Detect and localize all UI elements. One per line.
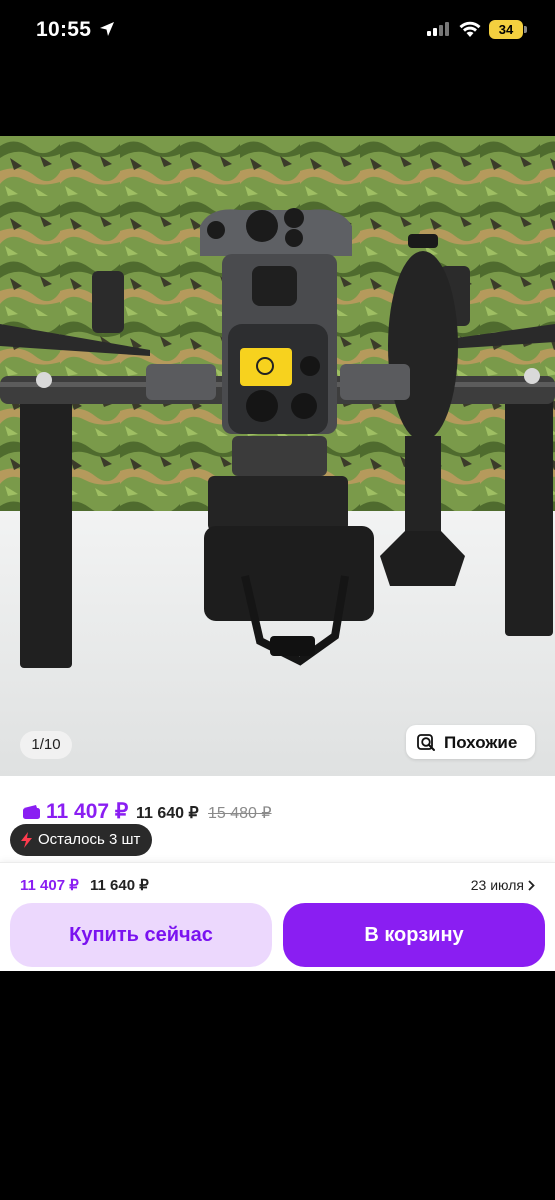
similar-search-icon	[417, 734, 435, 751]
price-current: 11 407 ₽	[46, 800, 129, 823]
bottom-action-bar: 11 407 ₽ 11 640 ₽ 23 июля Купить сейчас …	[0, 862, 555, 971]
price-block: 11 407 ₽ 11 640 ₽ 15 480 ₽ Осталось 3 шт…	[0, 776, 555, 971]
delivery-date-link[interactable]: 23 июля	[471, 877, 535, 893]
price-secondary: 11 640 ₽	[136, 805, 199, 822]
bottom-price-current: 11 407 ₽	[20, 877, 79, 894]
lightning-icon	[21, 832, 32, 848]
wifi-icon	[459, 21, 481, 37]
product-sheet: 1/10 Похожие 11 407 ₽ 11 640 ₽ 15 480 ₽ …	[0, 136, 555, 971]
stock-badge: Осталось 3 шт	[10, 824, 153, 856]
battery-indicator: 34	[489, 20, 523, 39]
photo-counter: 1/10	[20, 731, 72, 759]
chevron-right-icon	[528, 880, 535, 891]
bottom-price-secondary: 11 640 ₽	[90, 877, 149, 894]
battery-cap	[524, 26, 527, 33]
product-photo[interactable]	[0, 136, 555, 776]
location-arrow-icon	[100, 22, 114, 36]
cellular-signal-icon	[427, 22, 449, 36]
add-to-cart-button[interactable]: В корзину	[283, 903, 545, 967]
status-time: 10:55	[36, 18, 92, 41]
price-old: 15 480 ₽	[208, 805, 272, 822]
buy-now-button[interactable]: Купить сейчас	[10, 903, 272, 967]
wallet-icon	[23, 805, 40, 819]
delivery-date: 23 июля	[470, 877, 524, 893]
stock-text: Осталось 3 шт	[38, 831, 141, 848]
similar-label: Похожие	[444, 733, 518, 752]
similar-button[interactable]: Похожие	[406, 725, 535, 759]
status-bar: 10:55 34	[0, 0, 555, 62]
